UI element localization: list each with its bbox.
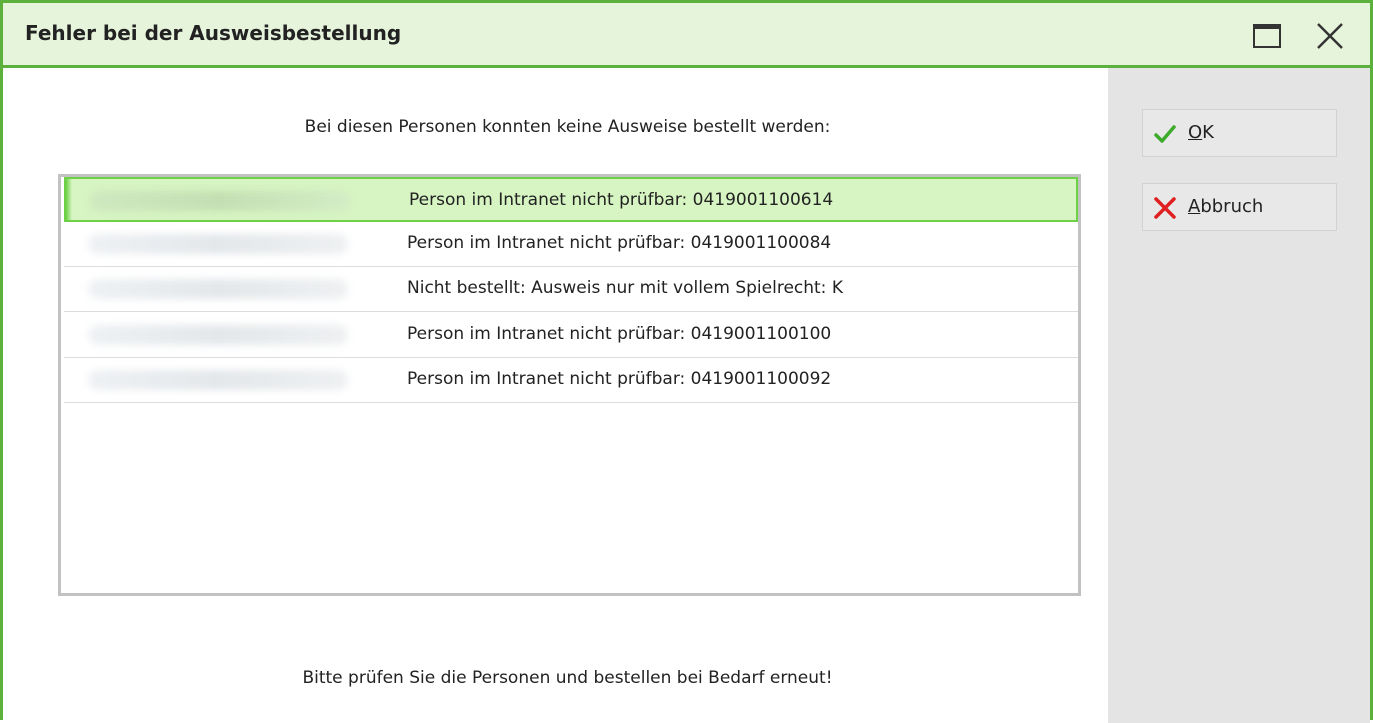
error-dialog-window: Fehler bei der Ausweisbestellung Bei die… <box>0 0 1373 723</box>
button-panel <box>1108 68 1370 723</box>
selection-indicator <box>66 177 72 222</box>
list-row[interactable]: Person im Intranet nicht prüfbar: 041900… <box>64 177 1078 222</box>
row-message: Person im Intranet nicht prüfbar: 041900… <box>407 233 832 253</box>
list-row[interactable]: Nicht bestellt: Ausweis nur mit vollem S… <box>64 267 1078 312</box>
list-row[interactable]: Person im Intranet nicht prüfbar: 041900… <box>64 222 1078 267</box>
row-message: Person im Intranet nicht prüfbar: 041900… <box>407 324 832 344</box>
dialog-heading: Bei diesen Personen konnten keine Auswei… <box>304 117 831 137</box>
cancel-button[interactable]: Abbruch <box>1142 183 1337 231</box>
row-message: Nicht bestellt: Ausweis nur mit vollem S… <box>407 278 843 298</box>
close-icon <box>1317 23 1343 49</box>
dialog-footer-text: Bitte prüfen Sie die Personen und bestel… <box>302 668 833 688</box>
dialog-content: Bei diesen Personen konnten keine Auswei… <box>3 68 1108 723</box>
maximize-button[interactable] <box>1249 19 1285 53</box>
person-name-redacted <box>88 370 348 390</box>
x-cross-icon <box>1153 196 1177 220</box>
window-title: Fehler bei der Ausweisbestellung <box>25 21 402 45</box>
person-name-redacted <box>88 234 348 254</box>
person-name-redacted <box>88 325 348 345</box>
maximize-icon <box>1253 24 1281 48</box>
person-name-redacted <box>90 191 350 211</box>
error-list[interactable]: Person im Intranet nicht prüfbar: 041900… <box>58 174 1081 596</box>
ok-label: OK <box>1188 122 1214 143</box>
row-message: Person im Intranet nicht prüfbar: 041900… <box>407 369 832 389</box>
close-button[interactable] <box>1312 19 1348 53</box>
cancel-label: Abbruch <box>1188 196 1264 217</box>
list-row[interactable]: Person im Intranet nicht prüfbar: 041900… <box>64 358 1078 403</box>
person-name-redacted <box>88 279 348 299</box>
row-message: Person im Intranet nicht prüfbar: 041900… <box>409 190 834 210</box>
title-bar[interactable]: Fehler bei der Ausweisbestellung <box>3 3 1370 68</box>
ok-button[interactable]: OK <box>1142 109 1337 157</box>
list-row[interactable]: Person im Intranet nicht prüfbar: 041900… <box>64 313 1078 358</box>
checkmark-icon <box>1153 122 1177 146</box>
